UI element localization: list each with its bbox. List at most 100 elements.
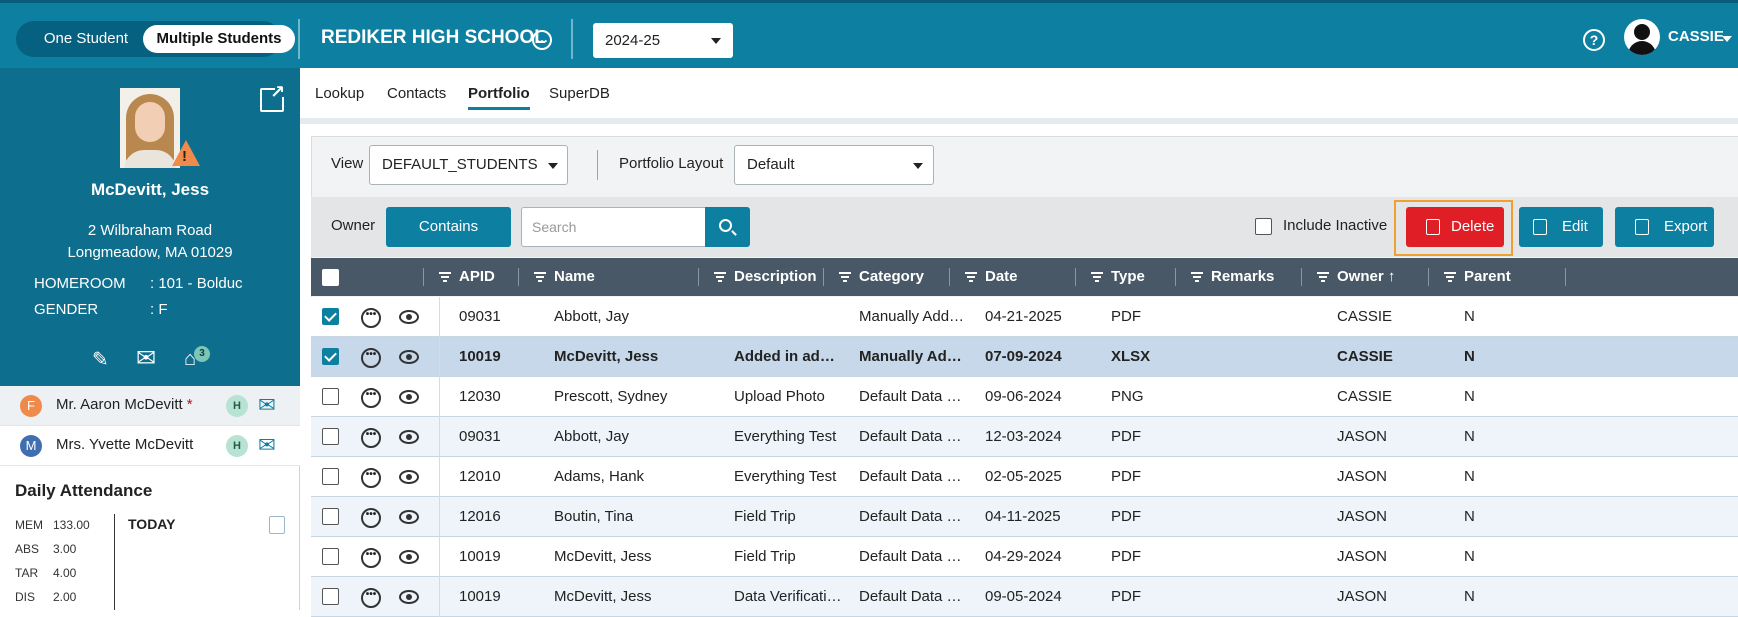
- multiple-students-toggle[interactable]: Multiple Students: [143, 25, 295, 53]
- eye-icon[interactable]: [399, 590, 419, 604]
- mail-icon[interactable]: ✉: [258, 395, 276, 417]
- filter-icon[interactable]: [1191, 271, 1203, 282]
- column-separator[interactable]: [1075, 268, 1076, 286]
- cell-remarks: [1211, 577, 1329, 617]
- column-separator[interactable]: [1175, 268, 1176, 286]
- cell-name: McDevitt, Jess: [554, 548, 652, 565]
- user-avatar-icon[interactable]: [1624, 19, 1660, 55]
- eye-icon[interactable]: [399, 430, 419, 444]
- contact-name[interactable]: Mr. Aaron McDevitt *: [56, 396, 193, 413]
- column-separator[interactable]: [423, 268, 424, 286]
- column-header-type[interactable]: Type: [1091, 258, 1145, 296]
- table-row[interactable]: ••• 10019 McDevitt, Jess Field Trip Default …: [311, 537, 1738, 577]
- view-select[interactable]: DEFAULT_STUDENTS: [369, 145, 568, 185]
- school-name[interactable]: REDIKER HIGH SCHOOL: [321, 27, 546, 49]
- more-icon[interactable]: •••: [361, 428, 381, 448]
- cell-category: Default Data …: [859, 548, 962, 565]
- column-separator[interactable]: [518, 268, 519, 286]
- column-separator[interactable]: [949, 268, 950, 286]
- eye-icon[interactable]: [399, 390, 419, 404]
- tab-portfolio[interactable]: Portfolio: [468, 85, 530, 110]
- column-header-name[interactable]: Name: [534, 258, 595, 296]
- more-icon[interactable]: •••: [361, 508, 381, 528]
- column-separator[interactable]: [698, 268, 699, 286]
- column-header-date[interactable]: Date: [965, 258, 1018, 296]
- table-row[interactable]: ••• 09031 Abbott, Jay Manually Add… 04-21-20…: [311, 297, 1738, 337]
- search-input[interactable]: Search: [521, 207, 707, 247]
- tab-lookup[interactable]: Lookup: [315, 85, 364, 102]
- row-checkbox[interactable]: [322, 548, 339, 565]
- tab-contacts[interactable]: Contacts: [387, 85, 446, 102]
- table-row[interactable]: ••• 12030 Prescott, Sydney Upload Photo Defa…: [311, 377, 1738, 417]
- more-icon[interactable]: •••: [361, 308, 381, 328]
- cell-name: Abbott, Jay: [554, 428, 630, 445]
- more-icon[interactable]: •••: [361, 468, 381, 488]
- row-checkbox[interactable]: [322, 388, 339, 405]
- delete-button[interactable]: Delete: [1406, 207, 1504, 247]
- column-header-apid[interactable]: APID: [439, 258, 495, 296]
- eye-icon[interactable]: [399, 510, 419, 524]
- table-row[interactable]: ••• 09031 Abbott, Jay Everything Test Defaul…: [311, 417, 1738, 457]
- table-row[interactable]: ••• 12016 Boutin, Tina Field Trip Default Da…: [311, 497, 1738, 537]
- mail-icon[interactable]: ✉: [258, 435, 276, 457]
- table-row[interactable]: ••• 10019 McDevitt, Jess Data Verificati… De…: [311, 577, 1738, 617]
- eye-icon[interactable]: [399, 550, 419, 564]
- more-icon[interactable]: •••: [361, 388, 381, 408]
- cell-description: Field Trip: [734, 508, 796, 525]
- search-button[interactable]: [705, 207, 750, 247]
- user-menu[interactable]: CASSIE: [1668, 28, 1724, 45]
- student-photo[interactable]: [120, 88, 180, 168]
- column-header-category[interactable]: Category: [839, 258, 924, 296]
- eye-icon[interactable]: [399, 350, 419, 364]
- cell-date: 09-06-2024: [985, 388, 1062, 405]
- export-button[interactable]: Export: [1615, 207, 1714, 247]
- contact-name[interactable]: Mrs. Yvette McDevitt: [56, 436, 193, 453]
- row-checkbox[interactable]: [322, 428, 339, 445]
- filter-icon[interactable]: [714, 271, 726, 282]
- filter-icon[interactable]: [839, 271, 851, 282]
- include-inactive-checkbox[interactable]: [1255, 218, 1272, 235]
- help-icon[interactable]: ?: [1583, 29, 1605, 51]
- row-checkbox[interactable]: [322, 468, 339, 485]
- row-checkbox[interactable]: [322, 588, 339, 605]
- school-more-icon[interactable]: …: [532, 30, 552, 50]
- mail-icon[interactable]: ✉: [136, 344, 156, 373]
- one-student-toggle[interactable]: One Student: [22, 25, 150, 53]
- contains-button[interactable]: Contains: [386, 207, 511, 247]
- more-icon[interactable]: •••: [361, 548, 381, 568]
- more-icon[interactable]: •••: [361, 588, 381, 608]
- filter-icon[interactable]: [965, 271, 977, 282]
- column-separator[interactable]: [1428, 268, 1429, 286]
- eye-icon[interactable]: [399, 470, 419, 484]
- row-checkbox[interactable]: [322, 308, 339, 325]
- filter-icon[interactable]: [1091, 271, 1103, 282]
- contact-row[interactable]: M Mrs. Yvette McDevitt H ✉: [0, 426, 300, 466]
- column-separator[interactable]: [823, 268, 824, 286]
- table-row[interactable]: ••• 12010 Adams, Hank Everything Test Defaul…: [311, 457, 1738, 497]
- column-header-owner[interactable]: Owner ↑: [1317, 258, 1395, 296]
- column-header-description[interactable]: Description: [714, 258, 817, 296]
- contact-row[interactable]: F Mr. Aaron McDevitt * H ✉: [0, 386, 300, 426]
- row-checkbox[interactable]: [322, 508, 339, 525]
- column-separator[interactable]: [1565, 268, 1566, 286]
- table-row[interactable]: ••• 10019 McDevitt, Jess Added in ad… Manual…: [311, 337, 1738, 377]
- school-year-select[interactable]: 2024-25: [593, 23, 733, 58]
- eye-icon[interactable]: [399, 310, 419, 324]
- filter-icon[interactable]: [1444, 271, 1456, 282]
- chevron-down-icon[interactable]: [1722, 36, 1732, 42]
- portfolio-layout-select[interactable]: Default: [734, 145, 934, 185]
- tab-superdb[interactable]: SuperDB: [549, 85, 610, 102]
- column-header-parent[interactable]: Parent: [1444, 258, 1511, 296]
- filter-icon[interactable]: [439, 271, 451, 282]
- more-icon[interactable]: •••: [361, 348, 381, 368]
- column-separator[interactable]: [1301, 268, 1302, 286]
- divider: [439, 537, 440, 577]
- edit-icon[interactable]: ✎: [92, 347, 109, 372]
- select-all-checkbox[interactable]: [322, 269, 339, 286]
- filter-icon[interactable]: [1317, 271, 1329, 282]
- column-header-remarks[interactable]: Remarks: [1191, 258, 1274, 296]
- filter-icon[interactable]: [534, 271, 546, 282]
- row-checkbox[interactable]: [322, 348, 339, 365]
- document-icon[interactable]: [269, 516, 285, 534]
- edit-button[interactable]: Edit: [1519, 207, 1603, 247]
